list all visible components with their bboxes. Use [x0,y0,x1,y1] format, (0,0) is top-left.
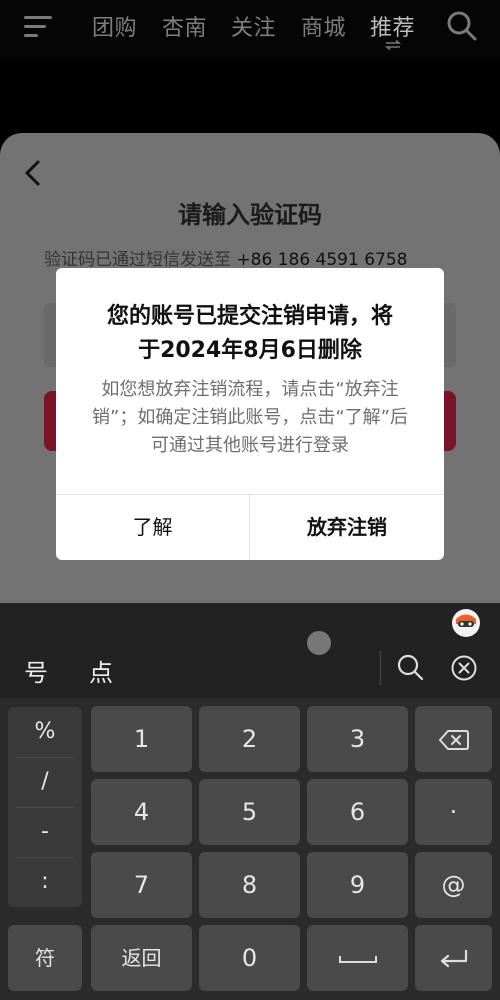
space-key[interactable] [307,925,408,991]
backspace-key[interactable] [415,706,492,772]
menu-icon[interactable] [24,14,54,38]
key-minus[interactable]: - [8,807,82,857]
backdrop [0,60,500,140]
divider [380,651,381,685]
understand-button[interactable]: 了解 [56,495,249,560]
tab-following[interactable]: 关注 [231,10,276,42]
key-4[interactable]: 4 [91,779,192,845]
mascot-icon[interactable] [451,608,481,638]
sheet-title: 请输入验证码 [178,201,322,229]
search-icon[interactable] [396,653,424,681]
key-7[interactable]: 7 [91,852,192,918]
phone-number: +86 186 4591 6758 [236,250,408,270]
key-2[interactable]: 2 [199,706,300,772]
swap-icon [384,40,402,50]
back-icon[interactable] [22,159,42,187]
sms-sent-label: 验证码已通过短信发送至 [44,250,231,270]
candidate-word[interactable]: 号 [24,653,48,688]
key-at[interactable]: @ [415,852,492,918]
deletion-dialog: 您的账号已提交注销申请，将 于2024年8月6日删除 如您想放弃注销流程，请点击… [56,268,444,560]
dialog-message: 如您想放弃注销流程，请点击“放弃注销”；如确定注销此账号，点击“了解”后可通过其… [92,379,408,456]
cancel-deletion-button[interactable]: 放弃注销 [250,495,444,560]
key-8[interactable]: 8 [199,852,300,918]
key-9[interactable]: 9 [307,852,408,918]
candidate-word[interactable]: 点 [89,653,113,688]
tab-group-buy[interactable]: 团购 [92,10,137,42]
key-3[interactable]: 3 [307,706,408,772]
key-6[interactable]: 6 [307,779,408,845]
keyboard: 号 点 % / - : 1 2 3 4 5 6 · 7 8 9 @ 符 返回 0 [0,603,500,1000]
tab-local[interactable]: 杏南 [162,10,207,42]
dialog-title: 您的账号已提交注销申请，将 于2024年8月6日删除 [76,300,424,368]
symbol-column: % / - : [8,707,82,907]
key-0[interactable]: 0 [199,925,300,991]
candidate-bar: 号 点 [0,603,500,698]
close-icon[interactable] [451,655,477,681]
dialog-title-line2: 于2024年8月6日删除 [138,338,362,363]
sms-sent-text: 验证码已通过短信发送至 +86 186 4591 6758 [44,245,407,270]
enter-key[interactable] [415,925,492,991]
dialog-title-line1: 您的账号已提交注销申请，将 [106,304,393,329]
symbols-key[interactable]: 符 [8,925,82,991]
search-icon[interactable] [446,10,478,42]
key-period[interactable]: · [415,779,492,845]
key-percent[interactable]: % [8,707,82,757]
backspace-icon [438,730,469,750]
tab-mall[interactable]: 商城 [301,10,346,42]
key-colon[interactable]: : [8,857,82,907]
top-nav: 团购 杏南 关注 商城 推荐 [0,0,500,60]
keyboard-handle[interactable] [307,631,331,655]
space-icon [338,956,377,963]
return-key[interactable]: 返回 [91,925,192,991]
enter-icon [440,950,467,968]
key-slash[interactable]: / [8,757,82,807]
key-1[interactable]: 1 [91,706,192,772]
tab-recommend[interactable]: 推荐 [370,10,415,42]
key-5[interactable]: 5 [199,779,300,845]
